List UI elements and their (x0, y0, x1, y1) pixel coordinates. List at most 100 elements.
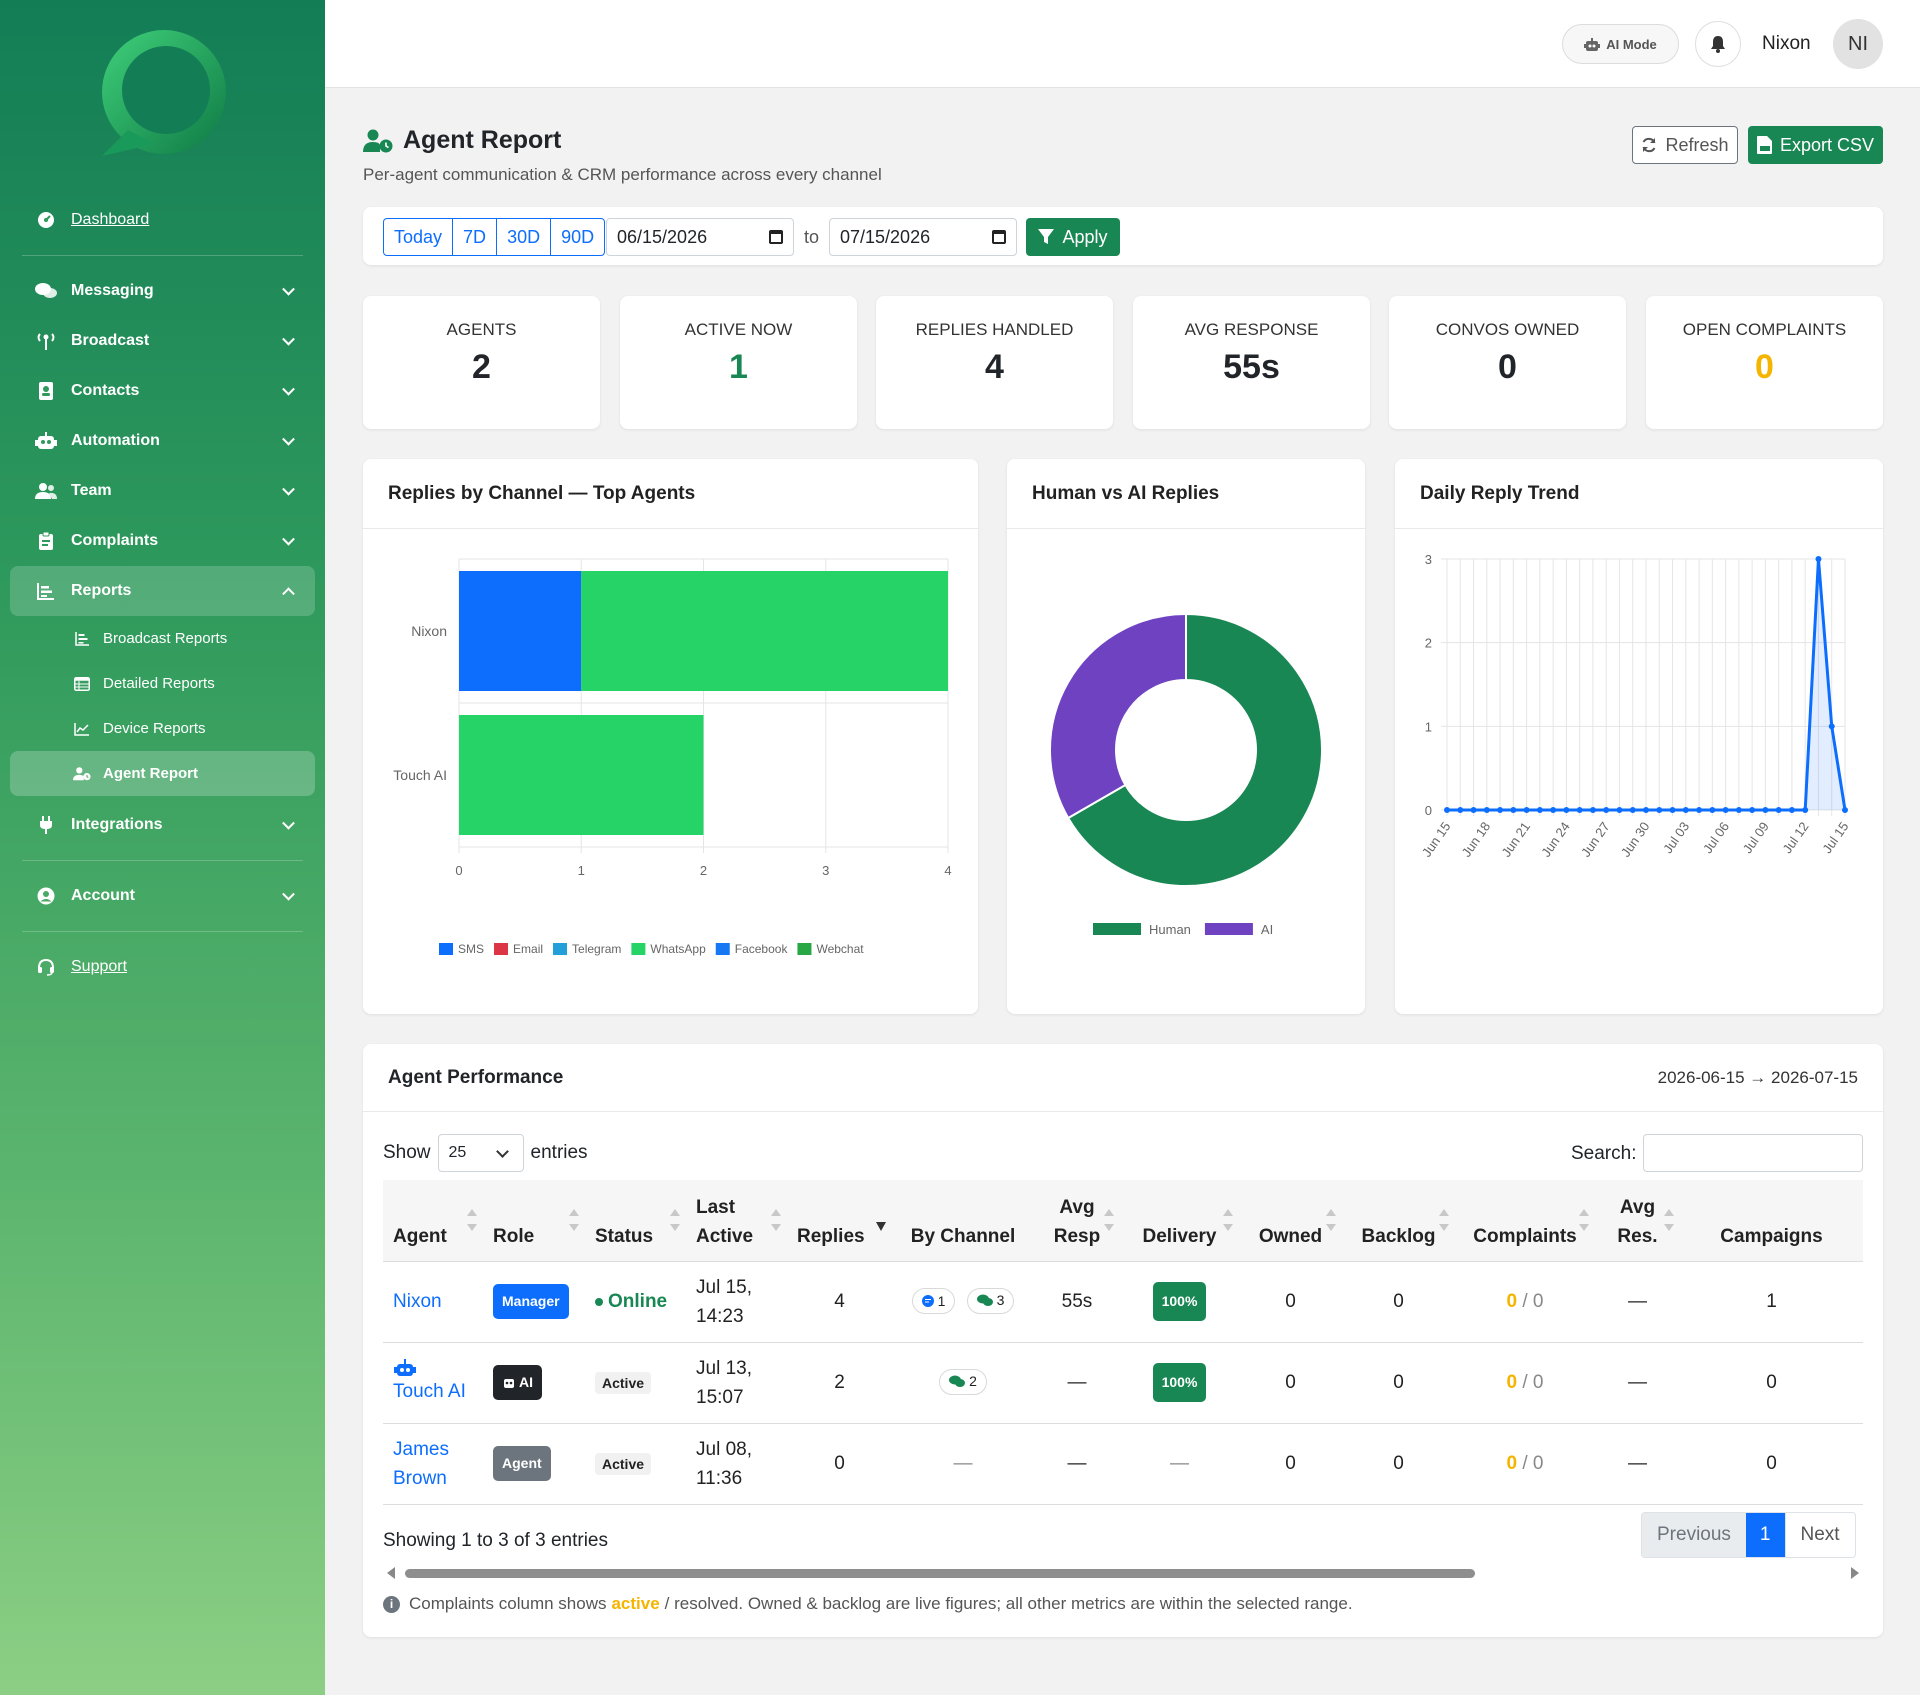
apply-button[interactable]: Apply (1026, 218, 1120, 256)
column-header-backlog[interactable]: Backlog (1342, 1180, 1455, 1262)
backlog: 0 (1342, 1423, 1455, 1505)
sidebar-item-label: Broadcast (71, 332, 150, 349)
tick-label: 2 (1425, 636, 1432, 651)
data-point (1616, 807, 1623, 813)
data-point (1550, 807, 1557, 813)
whatsapp-icon (949, 1375, 966, 1387)
ai-mode-toggle[interactable]: AI Mode (1562, 24, 1679, 64)
horizontal-scrollbar[interactable] (383, 1566, 1863, 1580)
sidebar-item-dashboard[interactable]: Dashboard (10, 195, 315, 245)
search-input[interactable] (1643, 1134, 1863, 1172)
sidebar-subitem-detailed-reports[interactable]: Detailed Reports (10, 661, 315, 706)
sidebar-item-reports[interactable]: Reports (10, 566, 315, 616)
replies-count: 0 (787, 1423, 892, 1505)
sidebar-item-automation[interactable]: Automation (10, 416, 315, 466)
data-point (1802, 807, 1809, 813)
agent-link[interactable]: Touch AI (393, 1381, 466, 1402)
kpi-value: 4 (985, 348, 1004, 386)
owned: 0 (1239, 1261, 1342, 1343)
column-header-delivery[interactable]: Delivery (1120, 1180, 1239, 1262)
tick-label: 3 (822, 863, 829, 878)
scrollbar-thumb[interactable] (405, 1569, 1475, 1578)
data-point (1510, 807, 1517, 813)
column-header-avg-resp[interactable]: Avg Resp (1034, 1180, 1120, 1262)
column-header-role[interactable]: Role (483, 1180, 585, 1262)
channel-pill: 1 (911, 1288, 956, 1314)
data-point (1629, 807, 1636, 813)
entries-label: entries (530, 1142, 588, 1163)
range-30d-button[interactable]: 30D (496, 219, 550, 255)
sidebar-item-team[interactable]: Team (10, 466, 315, 516)
delivery: — (1120, 1423, 1239, 1505)
sidebar-item-complaints[interactable]: Complaints (10, 516, 315, 566)
date-from-value: 06/15/2026 (617, 226, 708, 247)
sidebar-item-contacts[interactable]: Contacts (10, 366, 315, 416)
agent-link[interactable]: Nixon (393, 1291, 442, 1312)
data-point (1696, 807, 1703, 813)
kpi-label: OPEN COMPLAINTS (1682, 320, 1847, 339)
column-header-agent[interactable]: Agent (383, 1180, 483, 1262)
date-from-input[interactable]: 06/15/2026 (606, 218, 794, 256)
column-header-avg-res[interactable]: Avg Res. (1595, 1180, 1680, 1262)
sidebar-item-account[interactable]: Account (10, 871, 315, 921)
address-book-icon (35, 381, 57, 401)
sidebar: Dashboard Messaging Broadcast Contacts A… (0, 0, 325, 1695)
sidebar-item-label: Contacts (71, 382, 140, 399)
calendar-icon[interactable] (992, 230, 1006, 244)
date-to-input[interactable]: 07/15/2026 (829, 218, 1017, 256)
tick-label: 0 (455, 863, 462, 878)
sidebar-item-support[interactable]: Support (10, 942, 315, 992)
column-header-replies[interactable]: Replies (787, 1180, 892, 1262)
range-90d-button[interactable]: 90D (550, 219, 604, 255)
agent-link[interactable]: James Brown (393, 1439, 449, 1489)
last-active: Jul 15, 14:23 (686, 1261, 787, 1343)
sidebar-item-integrations[interactable]: Integrations (10, 800, 315, 850)
sidebar-item-messaging[interactable]: Messaging (10, 266, 315, 316)
avatar[interactable]: NI (1833, 19, 1883, 69)
legend-swatch (494, 943, 509, 955)
topbar: AI Mode Nixon NI (325, 0, 1920, 88)
refresh-button[interactable]: Refresh (1632, 126, 1738, 164)
range-today-button[interactable]: Today (384, 219, 452, 255)
table-info: Showing 1 to 3 of 3 entries (383, 1530, 608, 1551)
column-header-complaints[interactable]: Complaints (1455, 1180, 1595, 1262)
column-header-owned[interactable]: Owned (1239, 1180, 1342, 1262)
legend-swatch (1204, 923, 1253, 935)
chevron-down-icon (282, 282, 295, 296)
user-name[interactable]: Nixon (1762, 33, 1811, 55)
legend-label: WhatsApp (650, 942, 706, 956)
sidebar-subitem-device-reports[interactable]: Device Reports (10, 706, 315, 751)
sidebar-subitem-agent-report[interactable]: Agent Report (10, 751, 315, 796)
page-1-button[interactable]: 1 (1745, 1513, 1785, 1557)
scroll-left-icon[interactable] (387, 1567, 395, 1579)
legend-swatch (715, 943, 730, 955)
next-page-button[interactable]: Next (1784, 1513, 1855, 1557)
kpi-value: 0 (1755, 348, 1774, 386)
tick-label: Jul 12 (1779, 819, 1811, 856)
sort-icon (467, 1208, 477, 1231)
calendar-icon[interactable] (769, 230, 783, 244)
range-7d-button[interactable]: 7D (452, 219, 496, 255)
sidebar-subitem-broadcast-reports[interactable]: Broadcast Reports (10, 616, 315, 661)
column-header-status[interactable]: Status (585, 1180, 686, 1262)
kpi-label: ACTIVE NOW (684, 320, 793, 339)
column-header-last-active[interactable]: Last Active (686, 1180, 787, 1262)
entries-select[interactable]: 25 (437, 1134, 524, 1172)
tick-label: Jun 15 (1419, 819, 1454, 860)
export-csv-button[interactable]: Export CSV (1748, 126, 1883, 164)
complaints: 0 / 0 (1455, 1423, 1595, 1505)
category-label: Nixon (411, 623, 447, 639)
previous-page-button[interactable]: Previous (1642, 1513, 1746, 1557)
data-point (1828, 723, 1835, 730)
column-header-campaigns[interactable]: Campaigns (1680, 1180, 1863, 1262)
scroll-right-icon[interactable] (1851, 1567, 1859, 1579)
dashboard-icon (35, 210, 57, 230)
headset-icon (35, 957, 57, 977)
avg-resp: — (1034, 1342, 1120, 1424)
range-segment: Today 7D 30D 90D (383, 218, 606, 256)
sidebar-item-broadcast[interactable]: Broadcast (10, 316, 315, 366)
chart-title: Replies by Channel — Top Agents (363, 459, 978, 529)
date-to-label: to (804, 227, 820, 247)
refresh-label: Refresh (1665, 134, 1729, 155)
notifications-button[interactable] (1695, 21, 1741, 67)
